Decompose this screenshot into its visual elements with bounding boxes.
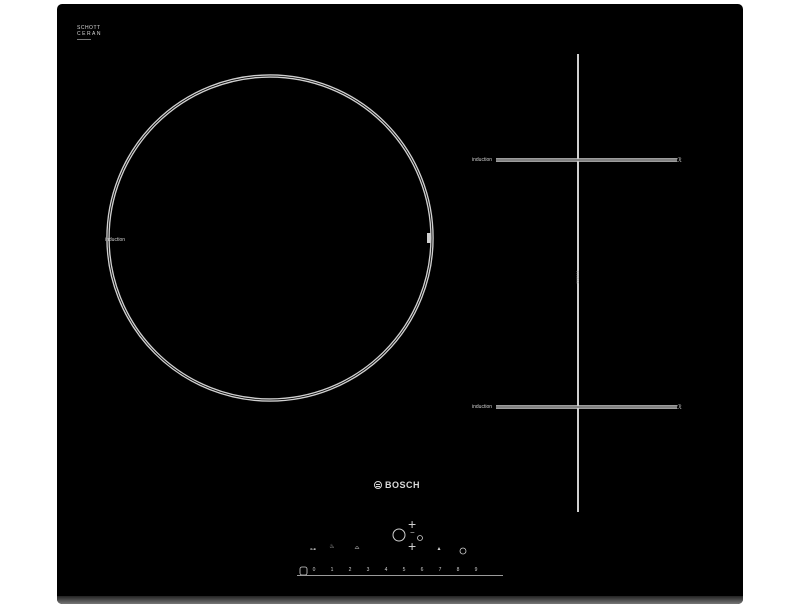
- svg-text:ℛ: ℛ: [677, 404, 682, 411]
- large-zone-label: induction: [105, 237, 126, 243]
- keep-warm-icon[interactable]: ♨: [327, 544, 337, 550]
- level-2[interactable]: 2: [341, 567, 359, 573]
- level-6[interactable]: 6: [413, 567, 431, 573]
- level-9[interactable]: 9: [467, 567, 485, 573]
- level-4[interactable]: 4: [377, 567, 395, 573]
- level-5[interactable]: 5: [395, 567, 413, 573]
- level-7[interactable]: 7: [431, 567, 449, 573]
- bosch-logo: BOSCH: [374, 480, 420, 490]
- bosch-emblem-icon: [374, 481, 382, 489]
- ring-right-marker: [427, 233, 431, 243]
- level-0[interactable]: 0: [305, 567, 323, 573]
- slider-track: [297, 575, 503, 576]
- level-1[interactable]: 1: [323, 567, 341, 573]
- child-lock-icon[interactable]: ⊶: [307, 547, 319, 553]
- divider-center-marking: 1111111: [574, 270, 580, 284]
- power-circle-icon: [392, 528, 406, 542]
- pan-icon[interactable]: ⌓: [352, 545, 362, 551]
- plus-button-lower[interactable]: +: [408, 539, 416, 553]
- powerboost-icon[interactable]: ▴: [435, 546, 443, 552]
- brand-name: BOSCH: [385, 480, 421, 490]
- power-level-slider[interactable]: 0 1 2 3 4 5 6 7 8 9: [297, 565, 497, 575]
- hob-front-edge: [57, 596, 743, 604]
- timer-icon: [459, 547, 467, 555]
- cooking-zone-markings: ℛ ℛ: [106, 54, 682, 576]
- upper-zone-label: induction: [472, 157, 493, 163]
- svg-text:ℛ: ℛ: [677, 157, 682, 164]
- induction-hob: SCHOTT CERAN ℛ ℛ induction induction ind…: [57, 4, 743, 604]
- level-8[interactable]: 8: [449, 567, 467, 573]
- large-zone-ring: [106, 74, 434, 402]
- zone-select-icon: [417, 535, 423, 541]
- lower-zone-label: induction: [472, 404, 493, 410]
- level-3[interactable]: 3: [359, 567, 377, 573]
- minus-button[interactable]: −: [410, 529, 415, 537]
